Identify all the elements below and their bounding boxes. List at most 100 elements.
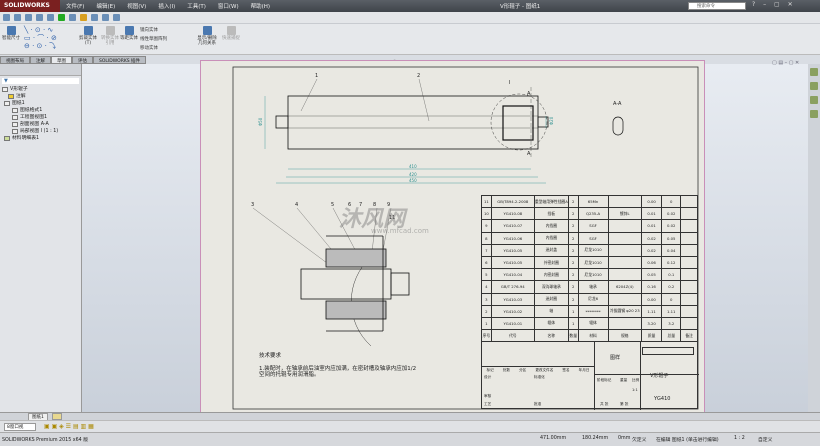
smart-dimension-button[interactable]: 智能尺寸 [2, 26, 20, 41]
bom-row[interactable]: 6 YG410-05 外密封圈 2 尼龙1010 0.06 0.12 [481, 255, 698, 270]
bom-row[interactable]: 2 YG410-02 轴 1 ******** 冷拔圆钢 φ20 23 1.11 1.11 [481, 304, 698, 318]
bom-cell [680, 280, 698, 294]
bom-cell: 1 [481, 316, 492, 331]
toolbar-icon[interactable] [47, 14, 54, 21]
document-title: V形辊子 - 图纸1 [500, 4, 541, 10]
tab-sketch[interactable]: 草图 [51, 56, 72, 64]
bom-row[interactable]: 11 GB/T894.2-2008 重型轴用弹性挡圈A 2 65Mn 0.00 0 [481, 194, 698, 209]
bom-row[interactable]: 3 YG410-03 迷封圈 2 尼龙6 0.00 0 [481, 292, 698, 306]
filter-icon[interactable]: ▼ [2, 78, 79, 84]
toolbar-icon[interactable] [14, 14, 21, 21]
toolbar-icon[interactable] [58, 14, 65, 21]
menu-insert[interactable]: 插入(I) [152, 2, 181, 10]
menu-view[interactable]: 视图(V) [121, 2, 152, 10]
status-bar: SOLIDWORKS Premium 2015 x64 版 471.00mm 1… [0, 432, 820, 446]
tb-stage: 阶段标记 [597, 378, 612, 382]
bom-cell: YG410-05 [490, 255, 535, 270]
watermark-url: www.mfcad.com [371, 227, 429, 235]
tab-evaluate[interactable]: 评估 [72, 56, 93, 64]
bom-cell: YG410-08 [490, 207, 535, 221]
bom-row[interactable]: 5 YG410-04 内密封圈 2 尼龙1010 0.05 0.1 [481, 268, 698, 282]
mirror-button[interactable]: 镜向实体 [140, 27, 158, 33]
menu-tools[interactable]: 工具(T) [181, 2, 212, 10]
convert-icon [105, 26, 115, 35]
toolbar-icon[interactable] [102, 14, 109, 21]
tree-item-annotations[interactable]: 注解 [0, 93, 81, 100]
bom-cell: GB/T 276-94 [490, 280, 535, 294]
tree-item-section-view[interactable]: 剖面视图 A-A [0, 121, 81, 128]
tree-item-sheet-format[interactable]: 图纸格式1 [0, 107, 81, 114]
bom-cell: 0.06 [641, 255, 663, 270]
bom-cell [680, 255, 698, 270]
drawing-sheet[interactable]: 410 420 450 Φ50 Φ20 1 2 I A A A-A 3 4 5 … [200, 60, 705, 414]
tab-annotation[interactable]: 注解 [30, 56, 51, 64]
viewport-controls[interactable]: ▢ ▤ – ▢ ✕ [772, 60, 799, 66]
task-pane-resources-icon[interactable] [810, 68, 818, 76]
toolbar-icon[interactable] [113, 14, 120, 21]
tech-title: 技术要求 [259, 353, 282, 359]
toolbar-icon[interactable] [80, 14, 87, 21]
toolbar-icon[interactable] [69, 14, 76, 21]
bom-cell: 0 [661, 194, 682, 209]
menu-help[interactable]: 帮助(H) [245, 2, 276, 10]
tab-addins[interactable]: SOLIDWORKS 插件 [93, 56, 147, 64]
bom-row[interactable]: 9 YG410-07 内挡圈 2 SGF 0.01 0.02 [481, 219, 698, 233]
bom-cell: 辊体 [577, 316, 609, 331]
bom-cell: 0.16 [641, 280, 663, 294]
toolbar-icon[interactable] [36, 14, 43, 21]
trim-button[interactable]: 剪裁实体(T) [78, 26, 98, 46]
panel-tabs[interactable] [0, 64, 81, 76]
bom-cell: 0.12 [661, 255, 682, 270]
sketch-tools-group[interactable]: ╲ · ⊙ · ∿ ▭ · ⌒ · ⊘ ⊖ · ⊙ · ⤵ [24, 26, 74, 50]
bom-cell: 挡板 [533, 207, 569, 221]
move-entities-button[interactable]: 移动实体 [140, 45, 158, 51]
task-pane-library-icon[interactable] [810, 82, 818, 90]
section-icon [12, 122, 18, 127]
toolbar-icon[interactable] [3, 14, 10, 21]
view-select-dropdown[interactable]: 8窗口视 [4, 423, 36, 431]
tab-view-layout[interactable]: 视图布局 [0, 56, 30, 64]
bill-of-materials[interactable]: 11 GB/T894.2-2008 重型轴用弹性挡圈A 2 65Mn 0.00 0 10 YG4… [481, 194, 698, 343]
layer-tools-icons[interactable]: ▣ ▣ ◈ ☰ ▤ ▥ ▦ [44, 423, 94, 430]
convert-entities-button[interactable]: 转换实体引用 [100, 26, 120, 46]
bom-row[interactable]: 4 GB/T 276-94 深沟球轴承 2 轴承 6204Z(4) 0.16 0.2 [481, 280, 698, 294]
menu-window[interactable]: 窗口(W) [212, 2, 245, 10]
add-sheet-icon[interactable] [52, 413, 62, 420]
linear-pattern-button[interactable]: 线性草图阵列 [140, 36, 167, 42]
title-block: 标记 处数 分区 更改文件名 签名 年月日 设计 标准化 审核 工艺 批准 阶段标记 重量… [481, 341, 699, 410]
bom-cell: 轴 [533, 304, 569, 318]
search-commands-input[interactable]: 搜索命令 [688, 2, 746, 10]
tb-standard: 标准化 [534, 375, 545, 379]
toolbar-icon[interactable] [25, 14, 32, 21]
bom-row[interactable]: 7 YG410-05 迷封盖 2 尼龙1010 0.02 0.04 [481, 243, 698, 257]
bom-cell: 2 [567, 268, 579, 282]
display-relations-button[interactable]: 显示/删除几何关系 [196, 26, 218, 46]
bom-cell: 代号 [490, 329, 535, 343]
menu-edit[interactable]: 编辑(E) [90, 2, 121, 10]
bom-cell [607, 268, 643, 282]
offset-button[interactable]: 等距实体 [120, 26, 138, 41]
menu-file[interactable]: 文件(F) [60, 2, 90, 10]
bom-header-row[interactable]: 序号 代号 名称 数量 材料 规格 质量 总量 备注 [481, 329, 698, 343]
window-controls[interactable]: ? – ▢ ✕ [752, 1, 796, 8]
toolbar-icon[interactable] [91, 14, 98, 21]
tree-item-detail-view[interactable]: 局部视图 I (1 : 1) [0, 128, 81, 135]
bom-row[interactable]: 10 YG410-08 挡板 2 Q235-A 镀锌L 0.01 0.02 [481, 207, 698, 221]
annotation-icon [8, 94, 14, 99]
bom-row[interactable]: 1 YG410-01 辊体 1 辊体 3.20 3.2 [481, 316, 698, 331]
balloon-4: 4 [295, 202, 298, 208]
tree-item-sheet[interactable]: 图纸1 [0, 100, 81, 107]
tb-scale-label: 比例 [632, 378, 640, 382]
tree-root[interactable]: V形辊子 [0, 86, 81, 93]
status-z: 0mm [618, 436, 631, 441]
solidworks-logo: SOLIDWORKS [0, 0, 60, 12]
unit-system-dropdown[interactable]: 自定义 [758, 436, 772, 443]
tree-item-drawing-view[interactable]: 工程图视图1 [0, 114, 81, 121]
task-pane-views-icon[interactable] [810, 110, 818, 118]
dim-420: 420 [409, 172, 417, 177]
task-pane-explorer-icon[interactable] [810, 96, 818, 104]
bom-cell: 内密封圈 [533, 268, 569, 282]
tree-item-bom[interactable]: 材料明细表1 [0, 135, 81, 142]
quick-snaps-button[interactable]: 快速捕捉 [222, 26, 240, 41]
bom-row[interactable]: 8 YG410-06 内挡圈 2 SGF 0.02 0.05 [481, 231, 698, 245]
